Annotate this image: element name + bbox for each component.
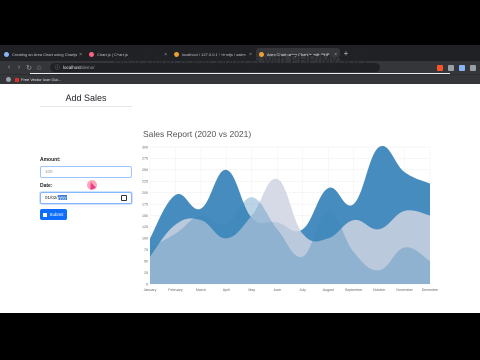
form-divider <box>40 106 132 107</box>
y-tick-label-5: 125 <box>142 225 148 229</box>
y-axis: 0 25 50 75 100 125 150 175 200 225 250 275 300 <box>142 145 148 286</box>
y-tick-label-7: 175 <box>142 202 148 206</box>
x-tick-label-9: October <box>373 288 387 292</box>
save-icon <box>43 212 48 217</box>
amount-input[interactable]: 100 <box>40 166 132 178</box>
x-axis: January February March April May June July Augu… <box>144 288 438 292</box>
date-label: Date: <box>40 183 53 189</box>
y-tick-label-10: 250 <box>142 168 148 172</box>
y-tick-label-12: 300 <box>142 145 148 149</box>
y-tick-label-8: 200 <box>142 191 148 195</box>
bookmarks-bar: Free Vector Icon Gui... <box>0 74 480 84</box>
chart-title: Sales Report (2020 vs 2021) <box>143 129 252 139</box>
y-tick-label-1: 25 <box>144 271 148 275</box>
bookmark-favicon <box>15 77 19 82</box>
amount-placeholder: 100 <box>45 169 53 174</box>
amount-label: Amount: <box>40 157 61 163</box>
x-tick-label-4: May <box>248 288 255 292</box>
x-tick-label-8: September <box>345 288 363 292</box>
calendar-icon[interactable] <box>121 195 127 201</box>
apps-icon[interactable] <box>6 77 11 82</box>
y-tick-label-6: 150 <box>142 214 148 218</box>
x-tick-label-6: July <box>300 288 307 292</box>
x-tick-label-5: June <box>273 288 281 292</box>
chart-series <box>150 145 430 284</box>
date-value: 01/02/ <box>45 195 58 200</box>
page-title: Area Chart using Chart.js with PHP/MySQL… <box>113 52 367 67</box>
y-tick-label-0: 0 <box>146 282 148 286</box>
x-tick-label-11: December <box>422 288 438 292</box>
y-tick-label-4: 100 <box>142 237 148 241</box>
y-tick-label-2: 50 <box>144 259 148 263</box>
x-tick-label-0: January <box>144 288 157 292</box>
x-tick-label-7: August <box>323 288 334 292</box>
date-year-segment[interactable]: yyyy <box>57 195 67 200</box>
x-tick-label-3: April <box>223 288 230 292</box>
x-tick-label-10: November <box>396 288 413 292</box>
date-input[interactable]: 01/02/yyyy <box>40 192 132 204</box>
y-tick-label-11: 275 <box>142 157 148 161</box>
submit-label: Submit <box>49 212 64 217</box>
form-title: Add Sales <box>65 93 107 103</box>
area-chart: 0 25 50 75 100 125 150 175 200 225 250 275 300 Janua… <box>142 145 438 292</box>
bookmark-item[interactable]: Free Vector Icon Gui... <box>21 77 61 82</box>
y-tick-label-3: 75 <box>144 248 148 252</box>
y-tick-label-9: 225 <box>142 180 148 184</box>
x-tick-label-2: March <box>196 288 206 292</box>
x-tick-label-1: February <box>168 288 183 292</box>
submit-button[interactable]: Submit <box>40 209 67 220</box>
divider <box>30 73 450 74</box>
